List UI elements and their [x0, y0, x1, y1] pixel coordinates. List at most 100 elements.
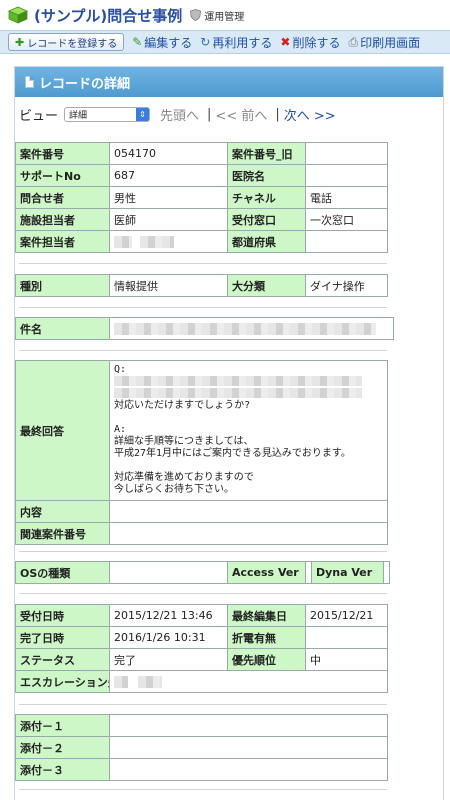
final-answer-label: 最終回答 — [15, 360, 110, 501]
answer-section: 最終回答 Q: 対応いただけますでしょうか? A: 詳細な手順等につきましては、… — [15, 360, 388, 545]
table-row: 件名 — [15, 317, 394, 340]
redacted-text — [138, 676, 162, 688]
reuse-label: 再利用する — [212, 35, 273, 50]
attachment-3-label: 添付－３ — [15, 758, 110, 781]
document-icon — [25, 76, 34, 88]
shield-icon — [190, 9, 202, 21]
register-record-button[interactable]: ✚ レコードを登録する — [8, 33, 125, 51]
type-label: 種別 — [15, 274, 110, 297]
status-value: 完了 — [109, 648, 228, 671]
channel-label: チャネル — [227, 186, 306, 209]
case-no-label: 案件番号 — [15, 142, 110, 165]
facility-staff-value: 医師 — [109, 208, 228, 231]
section-divider — [19, 350, 387, 351]
classification-table: 種別 情報提供 大分類 ダイナ操作 — [15, 274, 388, 297]
version-table: OSの種類 Access Ver Dyna Ver — [15, 561, 390, 584]
answer-table: 最終回答 Q: 対応いただけますでしょうか? A: 詳細な手順等につきましては、… — [15, 360, 388, 545]
attachment-2-label: 添付－２ — [15, 736, 110, 759]
inquirer-value: 男性 — [109, 186, 228, 209]
basic-info-table: 案件番号 054170 案件番号_旧 サポートNo 687 医院名 問合せ者 男… — [15, 142, 388, 253]
first-record-link: 先頭へ — [160, 108, 200, 124]
pencil-icon: ✎ — [132, 35, 143, 49]
received-label: 受付日時 — [15, 604, 110, 627]
section-divider — [19, 551, 387, 552]
delete-button[interactable]: ✖ 削除する — [280, 34, 340, 51]
reuse-icon: ↻ — [200, 35, 211, 49]
last-edited-label: 最終編集日 — [227, 604, 306, 627]
app-logo-icon — [8, 6, 28, 24]
os-value — [109, 561, 228, 584]
admin-link[interactable]: 運用管理 — [190, 8, 244, 23]
category-label: 大分類 — [227, 274, 306, 297]
delete-label: 削除する — [292, 35, 341, 50]
related-case-value — [109, 522, 388, 545]
priority-label: 優先順位 — [227, 648, 306, 671]
case-staff-value — [109, 230, 228, 253]
view-select[interactable]: 詳細 ⇕ — [64, 106, 151, 122]
reuse-button[interactable]: ↻ 再利用する — [200, 34, 272, 51]
view-select-value: 詳細 — [69, 110, 88, 121]
escalation-value — [109, 670, 388, 693]
plus-icon: ✚ — [15, 35, 25, 49]
hospital-value — [305, 164, 388, 187]
prefecture-label: 都道府県 — [227, 230, 306, 253]
print-view-label: 印刷用画面 — [360, 35, 421, 50]
nav-separator: | — [275, 106, 280, 122]
table-row: 添付－２ — [15, 736, 388, 759]
printer-icon: ⎙ — [348, 34, 359, 49]
table-row: 受付日時 2015/12/21 13:46 最終編集日 2015/12/21 — [15, 604, 388, 627]
table-row: 案件番号 054170 案件番号_旧 — [15, 142, 388, 165]
subject-section: 件名 — [15, 317, 394, 340]
app-title: (サンプル)問合せ事例 — [34, 6, 183, 25]
attachment-3-value — [109, 758, 388, 781]
edit-button[interactable]: ✎ 編集する — [132, 34, 192, 51]
case-no-old-label: 案件番号_旧 — [227, 142, 306, 165]
support-no-value: 687 — [109, 164, 228, 187]
register-record-label: レコードを登録する — [27, 38, 118, 50]
table-row: 施設担当者 医師 受付窓口 一次窓口 — [15, 208, 388, 231]
table-row: 関連案件番号 — [15, 522, 388, 545]
case-no-value: 054170 — [109, 142, 228, 165]
table-row: 種別 情報提供 大分類 ダイナ操作 — [15, 274, 388, 297]
admin-link-label: 運用管理 — [204, 11, 245, 23]
answer-a-text: A: 詳細な手順等につきましては、 平成27年1月中にはご案内できる見込みでおり… — [114, 424, 351, 495]
access-ver-label: Access Ver — [227, 561, 306, 584]
classification-section: 種別 情報提供 大分類 ダイナ操作 — [15, 274, 388, 297]
priority-value: 中 — [305, 648, 388, 671]
support-no-label: サポートNo — [15, 164, 110, 187]
redacted-text — [114, 388, 362, 398]
attachment-2-value — [109, 736, 388, 759]
basic-info-section: 案件番号 054170 案件番号_旧 サポートNo 687 医院名 問合せ者 男… — [15, 142, 388, 253]
section-divider — [19, 593, 387, 594]
print-view-button[interactable]: ⎙ 印刷用画面 — [348, 34, 420, 51]
case-staff-label: 案件担当者 — [15, 230, 110, 253]
subject-table: 件名 — [15, 317, 394, 340]
attachment-1-value — [109, 714, 388, 737]
panel-title: レコードの詳細 — [39, 76, 131, 92]
reception-label: 受付窓口 — [227, 208, 306, 231]
table-row: 案件担当者 都道府県 — [15, 230, 388, 253]
last-edited-value: 2015/12/21 — [305, 604, 388, 627]
attachment-1-label: 添付－１ — [15, 714, 110, 737]
facility-staff-label: 施設担当者 — [15, 208, 110, 231]
attachments-table: 添付－１ 添付－２ 添付－３ — [15, 714, 388, 781]
related-case-label: 関連案件番号 — [15, 522, 110, 545]
edit-label: 編集する — [144, 35, 193, 50]
prefecture-value — [305, 230, 388, 253]
received-value: 2015/12/21 13:46 — [109, 604, 228, 627]
redacted-text — [140, 236, 174, 248]
case-no-old-value — [305, 142, 388, 165]
table-row: エスカレーション先 — [15, 670, 388, 693]
content-value — [109, 500, 388, 523]
subject-value — [109, 317, 394, 340]
next-record-link[interactable]: 次へ >> — [284, 105, 336, 124]
status-label: ステータス — [15, 648, 110, 671]
table-row: 添付－３ — [15, 758, 388, 781]
answer-q-prefix: Q: — [114, 364, 127, 375]
section-divider — [19, 789, 387, 790]
completed-label: 完了日時 — [15, 626, 110, 649]
table-row: 最終回答 Q: 対応いただけますでしょうか? A: 詳細な手順等につきましては、… — [15, 360, 388, 501]
section-divider — [19, 704, 387, 705]
redacted-text — [114, 376, 362, 386]
table-row: ステータス 完了 優先順位 中 — [15, 648, 388, 671]
